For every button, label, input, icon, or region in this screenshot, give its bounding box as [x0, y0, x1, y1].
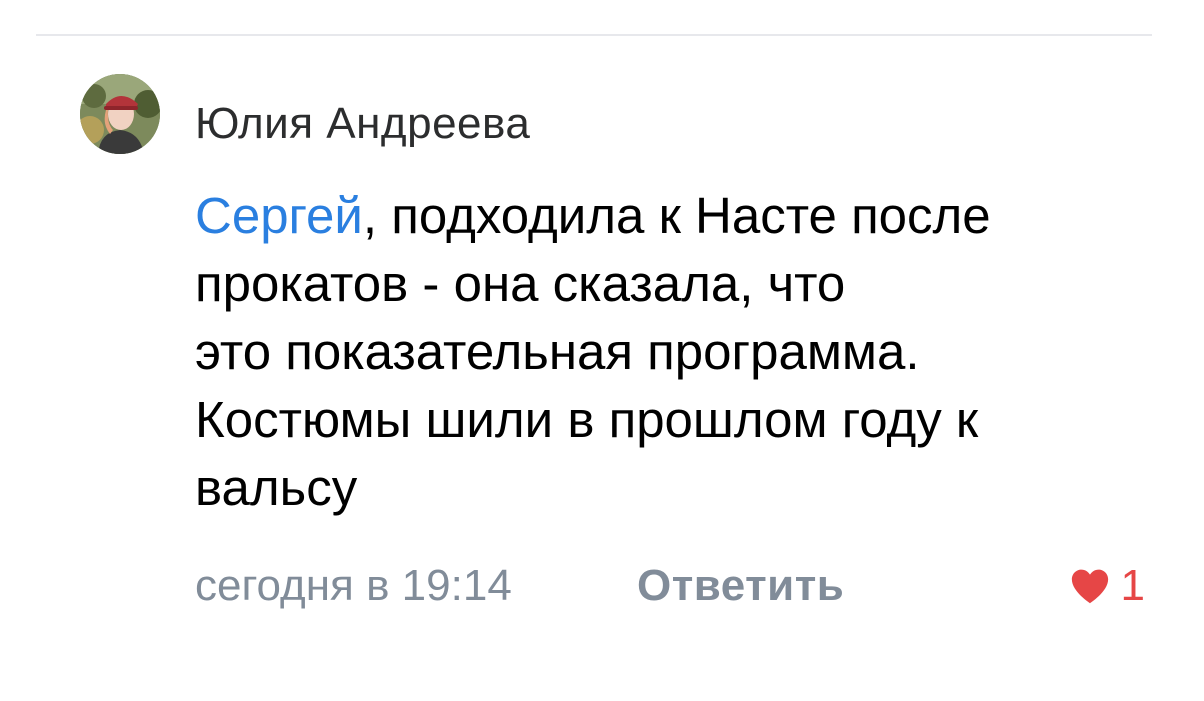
- like-button[interactable]: 1: [1069, 556, 1145, 616]
- comment-line-3: это показательная программа.: [195, 323, 920, 380]
- comment-line-2: прокатов - она сказала, что: [195, 255, 846, 312]
- reply-button[interactable]: Ответить: [637, 556, 844, 616]
- comment-line-5: вальсу: [195, 459, 358, 516]
- comment-divider: [36, 34, 1152, 36]
- comment-text-segment: , подходила к Насте после: [362, 187, 991, 244]
- comment-text: Сергей, подходила к Насте после прокатов…: [195, 182, 1185, 522]
- author-name[interactable]: Юлия Андреева: [195, 96, 530, 152]
- heart-icon: [1071, 569, 1108, 604]
- comment-line-4: Костюмы шили в прошлом году к: [195, 391, 979, 448]
- comment-footer: сегодня в 19:14 Ответить 1: [195, 556, 1155, 616]
- avatar[interactable]: [80, 74, 160, 154]
- timestamp: сегодня в 19:14: [195, 561, 512, 610]
- mention-link[interactable]: Сергей: [195, 187, 363, 244]
- avatar-photo: [80, 74, 160, 154]
- like-count: 1: [1120, 561, 1145, 610]
- comment-line-1: Сергей, подходила к Насте после: [195, 182, 1185, 250]
